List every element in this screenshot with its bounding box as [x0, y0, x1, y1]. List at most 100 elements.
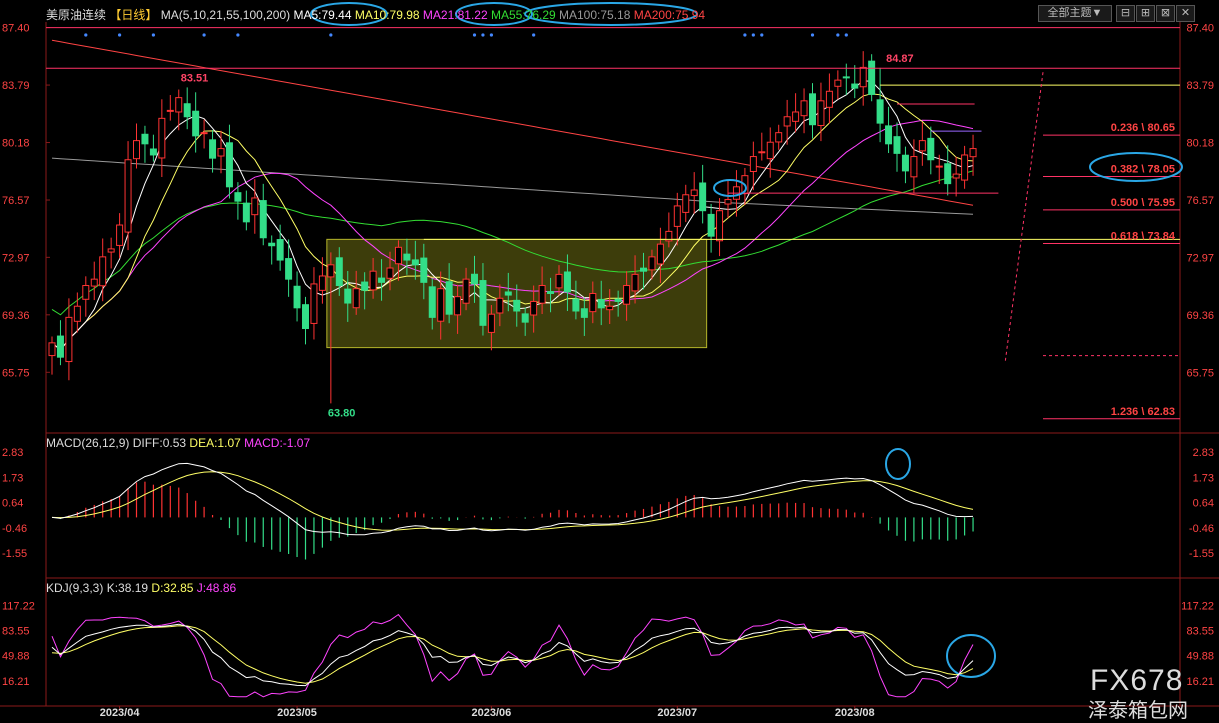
layout-button-1[interactable]: ⊟: [1116, 5, 1135, 22]
main-tick-left-4: 72.97: [2, 252, 30, 264]
top-dot-11: [751, 33, 755, 37]
candle-body-32: [318, 275, 326, 291]
candle-body-93: [834, 79, 842, 87]
candle-body-8: [116, 224, 124, 246]
top-dot-0: [84, 33, 88, 37]
ma-value-1: MA10:79.98: [351, 8, 420, 22]
top-dot-8: [489, 33, 493, 37]
candle-body-64: [589, 292, 597, 313]
x-label-3: 2023/07: [657, 707, 697, 719]
candle-body-69: [631, 273, 639, 292]
ma-params: MA(5,10,21,55,100,200): [160, 8, 291, 22]
candle-body-94: [842, 76, 850, 79]
kdj-k: K:38.19: [106, 581, 149, 595]
kdj-tick-left-3: 16.21: [2, 676, 30, 688]
candle-body-15: [175, 97, 183, 113]
peak-price-label: 83.51: [181, 73, 209, 85]
candle-body-56: [521, 313, 529, 323]
macd-tick-right-0: 2.83: [1193, 447, 1214, 459]
candle-body-7: [107, 248, 115, 253]
candle-body-38: [369, 270, 377, 291]
kdj-j: J:48.86: [196, 581, 237, 595]
candle-body-61: [563, 271, 571, 293]
main-tick-right-2: 80.18: [1186, 138, 1214, 150]
macd-title: MACD(26,12,9): [46, 436, 130, 450]
x-label-1: 2023/05: [277, 707, 317, 719]
candle-body-33: [327, 264, 335, 278]
candle-body-51: [479, 280, 487, 326]
candle-body-95: [851, 83, 859, 89]
candle-body-72: [656, 243, 664, 265]
main-tick-left-1: 83.79: [2, 80, 30, 92]
candle-body-27: [276, 239, 284, 261]
top-dot-13: [810, 33, 815, 37]
top-dot-12: [760, 33, 764, 37]
symbol-name: 美原油连续: [46, 8, 107, 22]
main-tick-left-3: 76.57: [2, 195, 30, 207]
main-tick-right-5: 69.36: [1186, 310, 1214, 322]
candle-body-4: [82, 285, 90, 300]
x-label-0: 2023/04: [100, 707, 141, 719]
candle-body-6: [99, 256, 107, 287]
candle-body-104: [927, 137, 935, 161]
candle-body-21: [225, 142, 233, 188]
candle-body-92: [825, 90, 833, 108]
candle-body-58: [538, 285, 546, 304]
candle-body-66: [606, 305, 614, 311]
macd-dea-line: [51, 471, 974, 531]
candle-body-60: [555, 273, 563, 289]
candle-body-30: [302, 304, 309, 330]
candle-body-40: [386, 267, 394, 279]
macd-diff: DIFF:0.53: [132, 436, 187, 450]
candle-body-76: [690, 189, 698, 197]
candle-body-99: [885, 125, 893, 145]
candle-body-0: [48, 342, 56, 357]
candle-body-26: [268, 242, 276, 247]
candle-body-42: [403, 253, 411, 261]
candle-body-52: [487, 313, 495, 333]
top-dot-10: [743, 33, 747, 37]
main-tick-right-1: 83.79: [1186, 80, 1214, 92]
candle-body-55: [513, 299, 521, 312]
highlight-macd-cross: [885, 448, 911, 480]
candle-body-100: [893, 136, 901, 154]
close-icon[interactable]: ✕: [1176, 5, 1195, 22]
fib-label-2: 0.500 \ 75.95: [1111, 197, 1175, 209]
kdj-tick-left-2: 49.88: [2, 651, 30, 663]
macd-diff-line: [51, 462, 974, 536]
candle-body-44: [420, 257, 428, 283]
kdj-tick-right-1: 83.55: [1186, 626, 1214, 638]
candle-body-89: [800, 100, 808, 117]
candle-body-77: [699, 182, 707, 212]
macd-header: MACD(26,12,9) DIFF:0.53 DEA:1.07 MACD:-1…: [46, 436, 310, 450]
top-dot-7: [481, 33, 485, 37]
top-dot-2: [151, 33, 155, 37]
period-label[interactable]: 【日线】: [109, 8, 157, 22]
candle-body-49: [462, 278, 470, 304]
top-dot-1: [118, 33, 122, 37]
layout-button-3[interactable]: ⊠: [1156, 5, 1175, 22]
main-tick-left-2: 80.18: [2, 138, 30, 150]
theme-dropdown[interactable]: 全部主题▼: [1038, 5, 1112, 22]
macd-tick-left-4: -1.55: [2, 548, 27, 560]
top-dot-14: [836, 33, 840, 37]
ma100-line: [51, 157, 974, 215]
ma-value-3: MA55:76.29: [487, 8, 556, 22]
candle-body-48: [454, 296, 462, 316]
main-tick-right-0: 87.40: [1186, 23, 1214, 35]
ma-value-0: MA5:79.44: [293, 8, 352, 22]
candle-body-90: [809, 93, 816, 126]
kdj-d: D:32.85: [151, 581, 194, 595]
candle-body-70: [640, 267, 647, 272]
candle-body-3: [73, 305, 81, 322]
candle-body-50: [471, 273, 478, 285]
candle-body-103: [918, 140, 926, 152]
layout-button-2[interactable]: ⊞: [1136, 5, 1155, 22]
candle-body-53: [496, 297, 504, 314]
high-price-label: 84.87: [886, 53, 914, 65]
x-label-4: 2023/08: [835, 707, 875, 719]
macd-tick-right-4: -1.55: [1189, 548, 1214, 560]
candle-body-84: [758, 151, 766, 154]
candle-body-22: [234, 192, 242, 202]
top-dot-5: [329, 33, 333, 37]
